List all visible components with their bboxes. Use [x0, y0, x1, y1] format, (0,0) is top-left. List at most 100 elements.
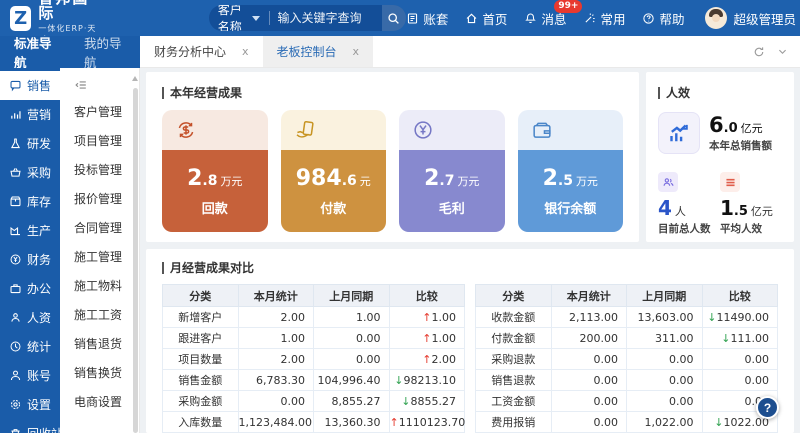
row-category: 付款金额	[475, 327, 552, 349]
tab-boss-console[interactable]: 老板控制台 x	[262, 36, 374, 67]
row-diff: ↓11490.00	[701, 306, 778, 328]
diff-value: 8855.27	[410, 394, 457, 408]
row-previous: 13,603.00	[626, 306, 703, 328]
submenu-item-quotation-mgmt[interactable]: 报价管理	[60, 185, 139, 214]
card-value: 2	[187, 165, 203, 191]
sidebar-item-purchasing[interactable]: 采购	[0, 158, 60, 187]
menu-label: 首页	[482, 11, 508, 27]
sidebar-item-recycle-bin[interactable]: 回收站	[0, 419, 60, 433]
submenu-item-bidding-mgmt[interactable]: 投标管理	[60, 156, 139, 185]
factory-icon	[9, 224, 22, 237]
clock-icon	[9, 340, 22, 353]
row-current: 0.00	[550, 411, 627, 433]
table-row: 工资金额0.000.000.00	[475, 390, 778, 412]
card-value-decimal: .8	[202, 172, 218, 189]
app-logo[interactable]: Z 智邦国际 一体化ERP·天时	[10, 0, 97, 36]
close-icon[interactable]: x	[353, 45, 360, 58]
card-bank-balance[interactable]: 2.5 万元 银行余额	[517, 110, 623, 232]
chevron-down-icon	[251, 15, 260, 21]
diff-value: 1110123.70	[398, 415, 466, 429]
diff-value: 2.00	[431, 352, 457, 366]
row-category: 新增客户	[162, 306, 239, 328]
sidebar-item-settings[interactable]: 设置	[0, 390, 60, 419]
table-header-row: 分类 本月统计 上月同期 比较	[475, 284, 778, 307]
collapse-menu-icon[interactable]	[60, 74, 139, 98]
tab-label: 财务分析中心	[154, 45, 227, 59]
menu-item-account-set[interactable]: 账套	[406, 9, 448, 28]
sidebar-item-rnd[interactable]: 研发	[0, 129, 60, 158]
row-diff: ↑1110123.70	[388, 411, 466, 433]
tab-actions	[753, 36, 800, 67]
sidebar-item-label: 回收站	[27, 425, 60, 433]
column-header: 分类	[475, 284, 552, 307]
monthly-comparison-panel: 月经营成果对比 分类 本月统计 上月同期 比较 新增客户 2.00 1.00 ↑…	[146, 249, 794, 433]
sidebar-item-production[interactable]: 生产	[0, 216, 60, 245]
people-icon	[658, 172, 678, 192]
headcount-stat: 4人 目前总人数	[658, 172, 720, 236]
search-input[interactable]	[269, 11, 382, 25]
help-floating-button[interactable]: ?	[756, 396, 779, 419]
chevron-down-icon[interactable]	[777, 46, 788, 57]
row-diff: ↑1.00	[388, 306, 465, 328]
menu-item-messages[interactable]: 消息 99+	[524, 0, 583, 28]
total-sales-label: 本年总销售额	[709, 140, 772, 152]
headcount-value: 4	[658, 196, 672, 220]
table-row: 新增客户 2.00 1.00 ↑1.00	[162, 306, 465, 328]
submenu-item-construction-material[interactable]: 施工物料	[60, 272, 139, 301]
submenu-scrollbar[interactable]	[133, 88, 138, 433]
sidebar-item-finance[interactable]: 财务	[0, 245, 60, 274]
refresh-icon[interactable]	[753, 46, 765, 58]
sidebar-item-sales[interactable]: 销售	[0, 71, 60, 100]
submenu-item-project-mgmt[interactable]: 项目管理	[60, 127, 139, 156]
submenu-item-ecommerce-settings[interactable]: 电商设置	[60, 388, 139, 417]
message-count-badge: 99+	[554, 0, 583, 13]
submenu-item-contract-mgmt[interactable]: 合同管理	[60, 214, 139, 243]
trend-arrow-icon: ↓	[707, 310, 717, 324]
annual-results-title: 本年经营成果	[162, 84, 623, 101]
submenu-item-customer-mgmt[interactable]: 客户管理	[60, 98, 139, 127]
trend-arrow-icon: ↓	[401, 394, 411, 408]
tab-my-nav[interactable]: 我的导航	[70, 33, 140, 71]
sidebar-item-marketing[interactable]: 营销	[0, 100, 60, 129]
search-category-dropdown[interactable]: 客户名称	[209, 5, 269, 31]
card-refund[interactable]: 2.8 万元 回款	[162, 110, 268, 232]
row-category: 销售金额	[162, 369, 239, 391]
submenu-item-sales-exchange[interactable]: 销售换货	[60, 359, 139, 388]
card-payment[interactable]: 984.6 元 付款	[280, 110, 386, 232]
card-value: 2	[542, 165, 558, 191]
briefcase-icon	[9, 282, 22, 295]
comparison-table-right: 分类 本月统计 上月同期 比较 收款金额 2,113.00 13,603.00 ↓11…	[475, 284, 778, 433]
headcount-unit: 人	[674, 205, 686, 218]
sidebar-item-office[interactable]: 办公	[0, 274, 60, 303]
row-current: 200.00	[550, 327, 627, 349]
sidebar-item-account[interactable]: 账号	[0, 361, 60, 390]
sidebar-item-statistics[interactable]: 统计	[0, 332, 60, 361]
headcount-label: 目前总人数	[658, 223, 711, 235]
pay-card-icon	[294, 119, 316, 141]
column-header: 比较	[388, 284, 465, 307]
scroll-up-arrow-icon[interactable]	[132, 76, 138, 81]
card-gross-profit[interactable]: 2.7 万元 毛利	[399, 110, 505, 232]
rising-chart-icon	[658, 112, 700, 154]
row-diff: ↓8855.27	[388, 390, 465, 412]
search-button[interactable]	[381, 5, 407, 31]
menu-item-favorites[interactable]: 常用	[583, 9, 625, 28]
card-label: 毛利	[438, 201, 465, 217]
user-menu[interactable]: 超级管理员	[705, 7, 796, 29]
card-unit: 万元	[575, 174, 598, 188]
sidebar-item-hr[interactable]: 人资	[0, 303, 60, 332]
tab-finance-analysis[interactable]: 财务分析中心 x	[140, 36, 263, 67]
submenu-item-sales-returns[interactable]: 销售退货	[60, 330, 139, 359]
card-value: 2	[424, 165, 440, 191]
row-category: 采购金额	[162, 390, 239, 412]
row-previous: 0.00	[626, 369, 703, 391]
close-icon[interactable]: x	[242, 45, 249, 58]
menu-item-home[interactable]: 首页	[465, 9, 507, 28]
submenu-item-construction-mgmt[interactable]: 施工管理	[60, 243, 139, 272]
tab-standard-nav[interactable]: 标准导航	[0, 33, 70, 71]
menu-item-help[interactable]: 帮助	[642, 9, 684, 28]
card-value-decimal: .6	[341, 172, 357, 189]
sidebar-item-inventory[interactable]: 库存	[0, 187, 60, 216]
submenu-item-construction-wages[interactable]: 施工工资	[60, 301, 139, 330]
trend-arrow-icon: ↑	[422, 310, 432, 324]
